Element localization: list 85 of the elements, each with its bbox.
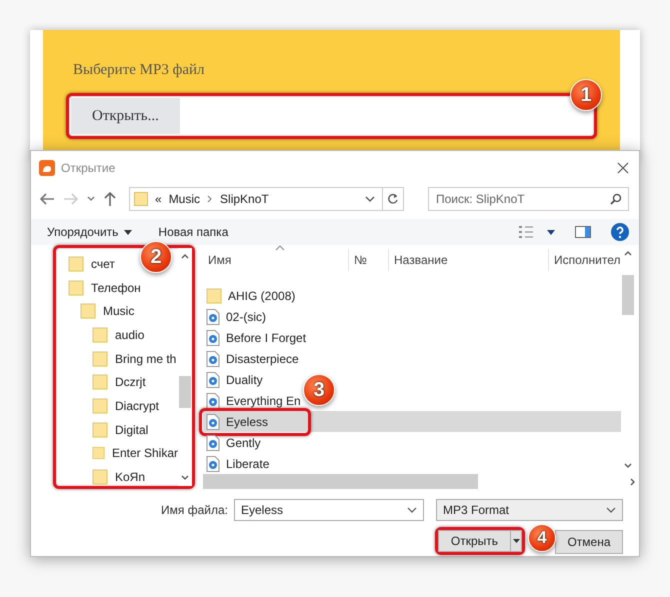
file-name: Before I Forget <box>226 330 306 344</box>
back-icon[interactable] <box>39 192 55 206</box>
prompt-label: Выберите MP3 файл <box>73 62 206 79</box>
recent-caret-icon[interactable] <box>87 196 95 202</box>
new-folder-button[interactable]: Новая папка <box>158 225 228 239</box>
folder-tree-item[interactable]: Music <box>103 304 134 318</box>
scroll-thumb[interactable] <box>622 274 634 314</box>
folder-icon <box>68 280 84 296</box>
caret-icon <box>512 539 520 543</box>
scroll-down-icon[interactable] <box>624 463 632 468</box>
file-name-field[interactable]: Eyeless <box>234 499 424 521</box>
scroll-down-icon[interactable] <box>181 475 189 480</box>
dropdown-caret-icon[interactable] <box>606 507 616 513</box>
audio-file-icon <box>206 308 220 324</box>
breadcrumb[interactable]: Music <box>168 192 200 206</box>
overflow-crumb[interactable]: « <box>155 192 162 206</box>
folder-icon <box>92 326 108 343</box>
column-header[interactable]: Название <box>394 253 448 267</box>
caret-icon[interactable] <box>124 230 132 234</box>
scroll-thumb[interactable] <box>203 474 478 489</box>
file-name: Everything En <box>226 394 301 408</box>
audio-file-icon <box>206 456 220 472</box>
audio-file-icon <box>206 330 220 346</box>
audio-file-icon <box>206 372 220 388</box>
folder-icon <box>92 469 108 486</box>
split-arrow-button[interactable] <box>510 530 522 552</box>
address-bar[interactable]: « Music SlipKnoT <box>129 187 404 211</box>
folder-tree-item[interactable]: Dczrjt <box>115 375 146 390</box>
file-name: Eyeless <box>226 414 268 428</box>
folder-icon <box>92 398 108 414</box>
up-icon[interactable] <box>103 191 117 207</box>
open-file-button[interactable]: Открыть... <box>71 98 180 134</box>
file-name: Duality <box>226 372 263 386</box>
folder-tree-item[interactable]: KoЯn <box>115 470 146 484</box>
help-icon[interactable] <box>611 223 629 241</box>
file-name: AHIG (2008) <box>228 288 296 302</box>
file-name: Liberate <box>226 456 270 470</box>
chevron-icon <box>207 195 214 203</box>
dropdown-caret-icon[interactable] <box>365 196 375 202</box>
file-name: Disasterpiece <box>226 352 299 366</box>
column-header[interactable]: Имя <box>208 253 232 267</box>
audio-file-icon <box>206 350 220 366</box>
refresh-icon <box>387 193 399 205</box>
column-header[interactable]: № <box>354 253 367 267</box>
audio-file-icon <box>206 392 220 408</box>
close-icon[interactable] <box>617 162 629 174</box>
search-field[interactable]: Поиск: SlipKnoT <box>428 187 629 211</box>
audio-file-icon <box>206 434 220 450</box>
folder-tree-item[interactable]: Bring me th <box>115 352 176 366</box>
folder-icon <box>206 288 222 304</box>
organize-button[interactable]: Упорядочить <box>47 225 118 239</box>
file-name: 02-(sic) <box>226 310 266 324</box>
folder-icon <box>92 422 108 438</box>
app-icon <box>39 160 55 176</box>
folder-tree-item[interactable]: Enter Shikar <box>112 446 178 460</box>
folder-tree-item[interactable]: Телефон <box>91 280 141 295</box>
breadcrumb[interactable]: SlipKnoT <box>220 192 269 206</box>
file-name-label: Имя файла: <box>161 503 228 517</box>
folder-tree-item[interactable]: счет <box>91 256 115 271</box>
scrollbar[interactable] <box>178 248 192 486</box>
column-header[interactable]: Исполнител <box>554 253 621 267</box>
preview-pane-icon[interactable] <box>575 226 591 238</box>
folder-icon <box>134 192 148 206</box>
file-name: Gently <box>226 436 261 450</box>
window-title: Открытие <box>61 161 116 175</box>
view-caret-icon[interactable] <box>547 230 555 234</box>
search-icon <box>610 193 622 205</box>
scroll-up-icon[interactable] <box>181 254 189 259</box>
folder-icon <box>92 445 105 462</box>
audio-file-icon <box>206 414 220 430</box>
dropdown-caret-icon[interactable] <box>407 507 417 513</box>
folder-icon <box>68 256 84 272</box>
scroll-right-icon[interactable] <box>630 478 635 486</box>
folder-icon <box>92 374 108 390</box>
sort-caret-icon <box>275 245 285 251</box>
folder-tree-item[interactable]: Digital <box>115 422 148 437</box>
file-type-dropdown[interactable]: MP3 Format <box>436 499 623 521</box>
folder-tree-item[interactable]: audio <box>115 328 144 342</box>
cancel-button[interactable]: Отмена <box>555 530 623 554</box>
open-button[interactable]: Открыть <box>438 530 510 552</box>
folder-icon <box>80 303 96 320</box>
scroll-thumb[interactable] <box>179 376 191 408</box>
folder-icon <box>92 350 108 367</box>
scroll-up-icon[interactable] <box>624 251 632 256</box>
folder-tree-item[interactable]: Diacrypt <box>115 398 160 413</box>
